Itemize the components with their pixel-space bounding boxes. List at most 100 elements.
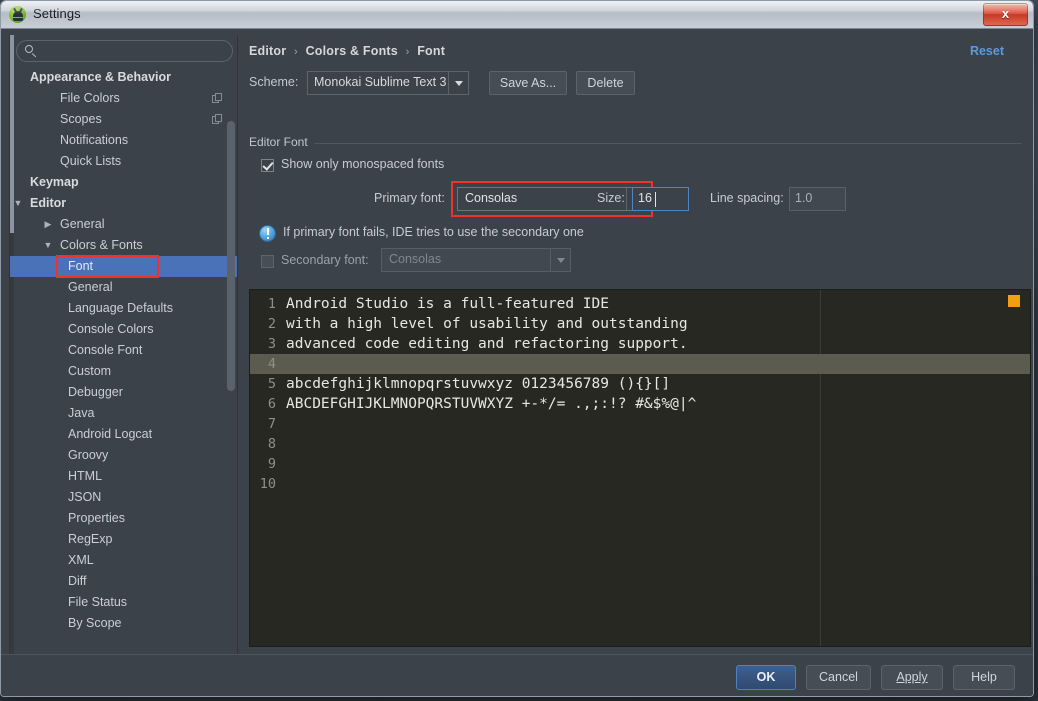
preview-line: 10	[250, 474, 1030, 494]
sidebar-item-label: File Colors	[60, 88, 120, 109]
sidebar-item-appearance-behavior[interactable]: Appearance & Behavior	[10, 67, 237, 88]
sidebar-item-keymap[interactable]: Keymap	[10, 172, 237, 193]
font-preview-editor[interactable]: 1Android Studio is a full-featured IDE2w…	[249, 289, 1031, 647]
sidebar-item-console-font[interactable]: Console Font	[10, 340, 237, 361]
sidebar-item-groovy[interactable]: Groovy	[10, 445, 237, 466]
preview-line-text: ABCDEFGHIJKLMNOPQRSTUVWXYZ +-*/= .,;:!? …	[286, 394, 696, 414]
sidebar-item-label: RegExp	[68, 529, 112, 550]
scheme-select[interactable]: Monokai Sublime Text 3	[307, 71, 469, 95]
size-input[interactable]: 16	[632, 187, 689, 211]
search-input[interactable]	[43, 43, 229, 62]
secondary-font-checkbox[interactable]	[261, 255, 274, 268]
secondary-font-arrow[interactable]	[550, 249, 570, 271]
sidebar-item-label: HTML	[68, 466, 102, 487]
sidebar-item-android-logcat[interactable]: Android Logcat	[10, 424, 237, 445]
sidebar-scrollbar[interactable]	[227, 69, 235, 661]
sidebar-item-label: Custom	[68, 361, 111, 382]
sidebar-item-label: General	[60, 214, 104, 235]
sidebar-scrollbar-thumb[interactable]	[227, 121, 235, 391]
sidebar-item-label: Language Defaults	[68, 298, 173, 319]
sidebar-item-notifications[interactable]: Notifications	[10, 130, 237, 151]
search-row	[16, 40, 233, 62]
sidebar-item-general[interactable]: General	[10, 277, 237, 298]
sidebar-item-custom[interactable]: Custom	[10, 361, 237, 382]
info-icon	[259, 225, 276, 242]
preview-line: 8	[250, 434, 1030, 454]
sidebar-item-font[interactable]: Font	[10, 256, 237, 277]
chevron-down-icon[interactable]: ▼	[42, 235, 54, 256]
sidebar-item-debugger[interactable]: Debugger	[10, 382, 237, 403]
cancel-button[interactable]: Cancel	[806, 665, 871, 690]
sidebar-item-file-colors[interactable]: File Colors	[10, 88, 237, 109]
sidebar-item-json[interactable]: JSON	[10, 487, 237, 508]
preview-line: 1Android Studio is a full-featured IDE	[250, 294, 1030, 314]
preview-line-number: 4	[250, 354, 276, 374]
preview-line-number: 6	[250, 394, 276, 414]
sidebar-item-java[interactable]: Java	[10, 403, 237, 424]
show-monospaced-label: Show only monospaced fonts	[281, 157, 444, 171]
sidebar-item-label: XML	[68, 550, 94, 571]
sidebar-item-properties[interactable]: Properties	[10, 508, 237, 529]
reset-link[interactable]: Reset	[970, 44, 1004, 58]
copy-icon[interactable]	[212, 114, 223, 125]
settings-content: Editor › Colors & Fonts › Font Reset Sch…	[246, 35, 1025, 663]
dialog-body: Appearance & BehaviorFile ColorsScopesNo…	[1, 29, 1033, 697]
breadcrumb-colors-and-fonts[interactable]: Colors & Fonts	[306, 44, 398, 58]
secondary-font-value: Consolas	[389, 252, 441, 266]
preview-line-text: abcdefghijklmnopqrstuvwxyz 0123456789 ()…	[286, 374, 670, 394]
apply-button[interactable]: Apply	[881, 665, 943, 690]
sidebar-item-xml[interactable]: XML	[10, 550, 237, 571]
secondary-font-info-text: If primary font fails, IDE tries to use …	[283, 225, 584, 239]
preview-line: 9	[250, 454, 1030, 474]
preview-line-text: Android Studio is a full-featured IDE	[286, 294, 609, 314]
scheme-select-arrow[interactable]	[448, 72, 468, 94]
preview-line-text: with a high level of usability and outst…	[286, 314, 688, 334]
sidebar-item-editor[interactable]: ▼Editor	[10, 193, 237, 214]
sidebar-item-label: File Status	[68, 592, 127, 613]
preview-line: 4	[250, 354, 1030, 374]
sidebar-item-colors-fonts[interactable]: ▼Colors & Fonts	[10, 235, 237, 256]
breadcrumb: Editor › Colors & Fonts › Font	[249, 44, 445, 58]
editor-font-group: Editor Font Show only monospaced fonts P…	[249, 143, 1025, 293]
sidebar-item-label: Debugger	[68, 382, 123, 403]
preview-line-number: 5	[250, 374, 276, 394]
apply-button-label: Apply	[896, 670, 927, 684]
copy-icon[interactable]	[212, 93, 223, 104]
sidebar-item-general[interactable]: ▶ General	[10, 214, 237, 235]
sidebar-item-label: Diff	[68, 571, 87, 592]
search-field[interactable]	[16, 40, 233, 62]
chevron-right-icon[interactable]: ▶	[42, 214, 54, 235]
sidebar-item-label: Font	[68, 256, 93, 277]
dialog-footer: OK Cancel Apply Help	[1, 654, 1033, 697]
sidebar-item-language-defaults[interactable]: Language Defaults	[10, 298, 237, 319]
delete-scheme-button[interactable]: Delete	[576, 71, 635, 95]
breadcrumb-font[interactable]: Font	[417, 44, 445, 58]
breadcrumb-separator-icon: ›	[402, 46, 414, 58]
sidebar-item-quick-lists[interactable]: Quick Lists	[10, 151, 237, 172]
editor-marker-icon[interactable]	[1008, 295, 1020, 307]
sidebar-item-by-scope[interactable]: By Scope	[10, 613, 237, 634]
close-button[interactable]: x	[983, 3, 1028, 26]
help-button[interactable]: Help	[953, 665, 1015, 690]
line-spacing-input[interactable]: 1.0	[789, 187, 846, 211]
sidebar-item-file-status[interactable]: File Status	[10, 592, 237, 613]
sidebar-item-diff[interactable]: Diff	[10, 571, 237, 592]
sidebar-item-label: Quick Lists	[60, 151, 121, 172]
ok-button[interactable]: OK	[736, 665, 796, 690]
breadcrumb-editor[interactable]: Editor	[249, 44, 286, 58]
chevron-down-icon[interactable]: ▼	[12, 193, 24, 214]
show-monospaced-checkbox[interactable]	[261, 159, 274, 172]
sidebar-item-html[interactable]: HTML	[10, 466, 237, 487]
title-bar: Settings x	[1, 1, 1033, 29]
size-input-value: 16	[638, 191, 652, 205]
sidebar-item-console-colors[interactable]: Console Colors	[10, 319, 237, 340]
text-caret	[655, 192, 656, 207]
sidebar-item-label: Appearance & Behavior	[30, 67, 171, 88]
sidebar-item-scopes[interactable]: Scopes	[10, 109, 237, 130]
sidebar-item-label: Java	[68, 403, 94, 424]
sidebar-item-label: Groovy	[68, 445, 108, 466]
sidebar-item-regexp[interactable]: RegExp	[10, 529, 237, 550]
secondary-font-select[interactable]: Consolas	[381, 248, 571, 272]
save-as-button[interactable]: Save As...	[489, 71, 567, 95]
window-title: Settings	[33, 6, 81, 21]
